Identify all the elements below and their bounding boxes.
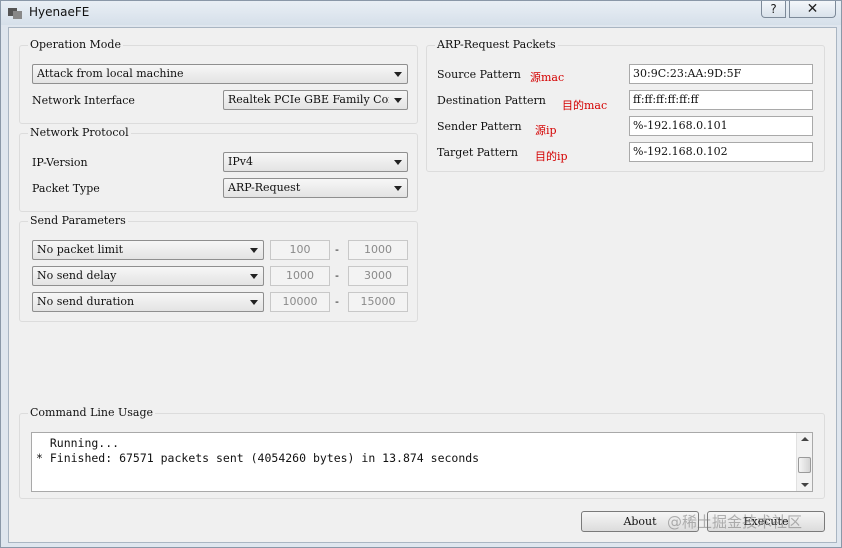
arp-request-group: ARP-Request Packets Source Pattern 源mac … bbox=[426, 38, 825, 172]
scroll-down-icon[interactable] bbox=[801, 483, 809, 487]
send-duration-select[interactable]: No send duration bbox=[32, 292, 264, 312]
chevron-down-icon bbox=[250, 248, 258, 253]
window-title: HyenaeFE bbox=[29, 5, 90, 19]
range-separator: - bbox=[335, 243, 339, 256]
operation-mode-value: Attack from local machine bbox=[37, 67, 184, 80]
send-parameters-title: Send Parameters bbox=[28, 214, 128, 227]
chevron-down-icon bbox=[394, 186, 402, 191]
send-parameters-group: Send Parameters No packet limit 100 - 10… bbox=[19, 214, 418, 322]
app-window: HyenaeFE ? ✕ Operation Mode Attack from … bbox=[0, 0, 842, 548]
target-pattern-note: 目的ip bbox=[535, 150, 568, 163]
send-duration-value: No send duration bbox=[37, 295, 135, 308]
command-line-title: Command Line Usage bbox=[28, 406, 156, 419]
sender-pattern-label: Sender Pattern bbox=[437, 120, 522, 133]
send-delay-value: No send delay bbox=[37, 269, 117, 282]
destination-pattern-label: Destination Pattern bbox=[437, 94, 546, 107]
send-delay-select[interactable]: No send delay bbox=[32, 266, 264, 286]
network-interface-label: Network Interface bbox=[32, 94, 135, 107]
command-output[interactable]: Running... * Finished: 67571 packets sent… bbox=[31, 432, 813, 492]
send-delay-min[interactable]: 1000 bbox=[270, 266, 330, 286]
range-separator: - bbox=[335, 295, 339, 308]
send-duration-min[interactable]: 10000 bbox=[270, 292, 330, 312]
operation-mode-title: Operation Mode bbox=[28, 38, 123, 51]
target-pattern-input[interactable]: %-192.168.0.102 bbox=[629, 142, 813, 162]
source-pattern-input[interactable]: 30:9C:23:AA:9D:5F bbox=[629, 64, 813, 84]
target-pattern-label: Target Pattern bbox=[437, 146, 518, 159]
packet-type-select[interactable]: ARP-Request bbox=[223, 178, 408, 198]
arp-request-title: ARP-Request Packets bbox=[435, 38, 558, 51]
chevron-down-icon bbox=[394, 72, 402, 77]
scroll-up-icon[interactable] bbox=[801, 437, 809, 441]
scroll-thumb[interactable] bbox=[798, 457, 811, 473]
sender-pattern-note: 源ip bbox=[535, 124, 557, 137]
chevron-down-icon bbox=[250, 274, 258, 279]
network-interface-select[interactable]: Realtek PCIe GBE Family Con bbox=[223, 90, 408, 110]
packet-limit-min[interactable]: 100 bbox=[270, 240, 330, 260]
source-pattern-note: 源mac bbox=[530, 71, 565, 84]
chevron-down-icon bbox=[394, 160, 402, 165]
command-output-text: Running... * Finished: 67571 packets sent… bbox=[36, 436, 479, 466]
destination-pattern-input[interactable]: ff:ff:ff:ff:ff:ff bbox=[629, 90, 813, 110]
output-line: Running... bbox=[36, 436, 120, 450]
ip-version-select[interactable]: IPv4 bbox=[223, 152, 408, 172]
ip-version-label: IP-Version bbox=[32, 156, 88, 169]
send-delay-max[interactable]: 3000 bbox=[348, 266, 408, 286]
main-panel: Operation Mode Attack from local machine… bbox=[8, 27, 837, 543]
output-line: * Finished: 67571 packets sent (4054260 … bbox=[36, 451, 480, 465]
packet-limit-select[interactable]: No packet limit bbox=[32, 240, 264, 260]
sender-pattern-input[interactable]: %-192.168.0.101 bbox=[629, 116, 813, 136]
packet-limit-max[interactable]: 1000 bbox=[348, 240, 408, 260]
network-protocol-group: Network Protocol IP-Version IPv4 Packet … bbox=[19, 126, 418, 212]
network-interface-value: Realtek PCIe GBE Family Con bbox=[228, 93, 389, 106]
send-duration-max[interactable]: 15000 bbox=[348, 292, 408, 312]
app-icon bbox=[8, 8, 22, 19]
chevron-down-icon bbox=[394, 98, 402, 103]
chevron-down-icon bbox=[250, 300, 258, 305]
packet-type-value: ARP-Request bbox=[228, 181, 301, 194]
close-button[interactable]: ✕ bbox=[789, 1, 836, 18]
title-bar[interactable]: HyenaeFE ? ✕ bbox=[1, 1, 841, 25]
packet-type-label: Packet Type bbox=[32, 182, 100, 195]
operation-mode-group: Operation Mode Attack from local machine… bbox=[19, 38, 418, 124]
packet-limit-value: No packet limit bbox=[37, 243, 124, 256]
network-protocol-title: Network Protocol bbox=[28, 126, 131, 139]
operation-mode-select[interactable]: Attack from local machine bbox=[32, 64, 408, 84]
destination-pattern-note: 目的mac bbox=[562, 99, 608, 112]
source-pattern-label: Source Pattern bbox=[437, 68, 521, 81]
watermark: @稀土掘金技术社区 bbox=[667, 513, 803, 531]
help-button[interactable]: ? bbox=[761, 1, 786, 18]
ip-version-value: IPv4 bbox=[228, 155, 253, 168]
range-separator: - bbox=[335, 269, 339, 282]
output-scrollbar[interactable] bbox=[796, 433, 812, 491]
